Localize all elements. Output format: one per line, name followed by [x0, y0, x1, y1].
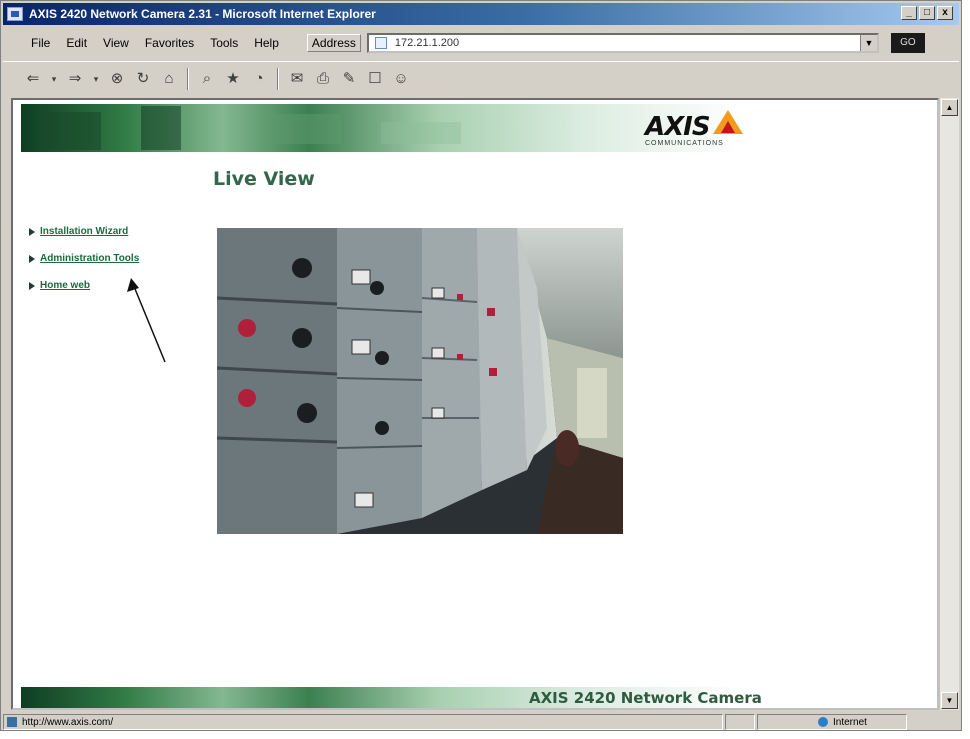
menu-items: File Edit View Favorites Tools Help	[31, 36, 279, 50]
window-title: AXIS 2420 Network Camera 2.31 - Microsof…	[29, 7, 376, 21]
administration-tools-link[interactable]: Administration Tools	[29, 253, 139, 264]
maximize-button[interactable]: □	[919, 6, 935, 20]
installation-wizard-link[interactable]: Installation Wizard	[29, 226, 139, 237]
dropdown-icon[interactable]: ▾	[51, 71, 57, 87]
address-label: Address	[306, 34, 361, 52]
address-input[interactable]	[392, 36, 837, 50]
favorites-icon[interactable]: ★	[225, 70, 241, 87]
menu-edit[interactable]: Edit	[66, 36, 87, 50]
bullet-arrow-icon	[29, 281, 35, 290]
status-bar: http://www.axis.com/ Internet	[3, 713, 959, 731]
search-icon[interactable]: ⌕	[199, 70, 215, 87]
menu-favorites[interactable]: Favorites	[145, 36, 194, 50]
window-controls: _ □ x	[901, 6, 953, 20]
globe-icon	[818, 717, 828, 727]
home-icon[interactable]: ⌂	[161, 70, 177, 87]
footer-title: AXIS 2420 Network Camera	[529, 689, 762, 707]
header-banner	[21, 104, 741, 152]
menu-tools[interactable]: Tools	[210, 36, 238, 50]
edit-icon[interactable]: ✎	[341, 70, 357, 87]
refresh-icon[interactable]: ↻	[135, 70, 151, 87]
print-icon[interactable]: ⎙	[315, 70, 331, 87]
page-icon	[7, 717, 17, 727]
bullet-arrow-icon	[29, 227, 35, 236]
address-dropdown-icon[interactable]: ▼	[859, 35, 877, 51]
pointer-arrow-annotation	[127, 278, 166, 363]
minimize-button[interactable]: _	[901, 6, 917, 20]
close-button[interactable]: x	[937, 6, 953, 20]
page-content: AXIS COMMUNICATIONS Live View Installati…	[11, 98, 939, 710]
forward-icon[interactable]: ⇒	[67, 70, 83, 87]
stop-icon[interactable]: ⊗	[109, 70, 125, 87]
axis-logo-subtitle: COMMUNICATIONS	[645, 140, 724, 147]
title-bar[interactable]: AXIS 2420 Network Camera 2.31 - Microsof…	[3, 3, 959, 25]
vertical-scrollbar[interactable]: ▲ ▼	[939, 98, 959, 710]
history-icon[interactable]: ◔	[251, 70, 267, 87]
live-camera-view	[217, 228, 623, 534]
menu-file[interactable]: File	[31, 36, 50, 50]
status-zone-panel: Internet	[757, 714, 907, 730]
ie-app-icon	[7, 7, 23, 21]
toolbar-separator	[187, 67, 189, 90]
mail-icon[interactable]: ✉	[289, 70, 305, 87]
address-bar[interactable]: ▼	[366, 33, 879, 53]
go-button[interactable]: GO	[890, 33, 925, 53]
header-banner-art	[41, 106, 461, 150]
axis-logo-triangle-icon	[713, 110, 743, 134]
menu-view[interactable]: View	[103, 36, 129, 50]
status-zone: Internet	[833, 716, 867, 728]
toolbar-separator	[277, 67, 279, 90]
bullet-arrow-icon	[29, 254, 35, 263]
discuss-icon[interactable]: ☐	[367, 70, 383, 87]
back-icon[interactable]: ⇐	[25, 70, 41, 87]
dropdown-icon[interactable]: ▾	[93, 71, 99, 87]
link-label: Administration Tools	[40, 253, 140, 264]
scroll-up-icon[interactable]: ▲	[941, 99, 958, 116]
link-label: Home web	[40, 280, 91, 291]
status-url-panel: http://www.axis.com/	[3, 714, 723, 730]
link-label: Installation Wizard	[40, 226, 129, 237]
scroll-down-icon[interactable]: ▼	[941, 692, 958, 709]
menu-bar: File Edit View Favorites Tools Help Addr…	[3, 27, 959, 59]
status-cell	[725, 714, 755, 730]
toolbar: ⇐ ▾ ⇒ ▾ ⊗ ↻ ⌂ ⌕ ★ ◔ ✉ ⎙ ✎ ☐ ☺	[3, 61, 959, 95]
status-url: http://www.axis.com/	[22, 716, 114, 728]
messenger-icon[interactable]: ☺	[393, 70, 409, 87]
camera-image	[217, 228, 623, 534]
page-title: Live View	[213, 168, 315, 190]
menu-help[interactable]: Help	[254, 36, 279, 50]
page-icon	[374, 37, 387, 49]
axis-logo: AXIS	[645, 112, 711, 142]
browser-window: AXIS 2420 Network Camera 2.31 - Microsof…	[0, 0, 962, 731]
